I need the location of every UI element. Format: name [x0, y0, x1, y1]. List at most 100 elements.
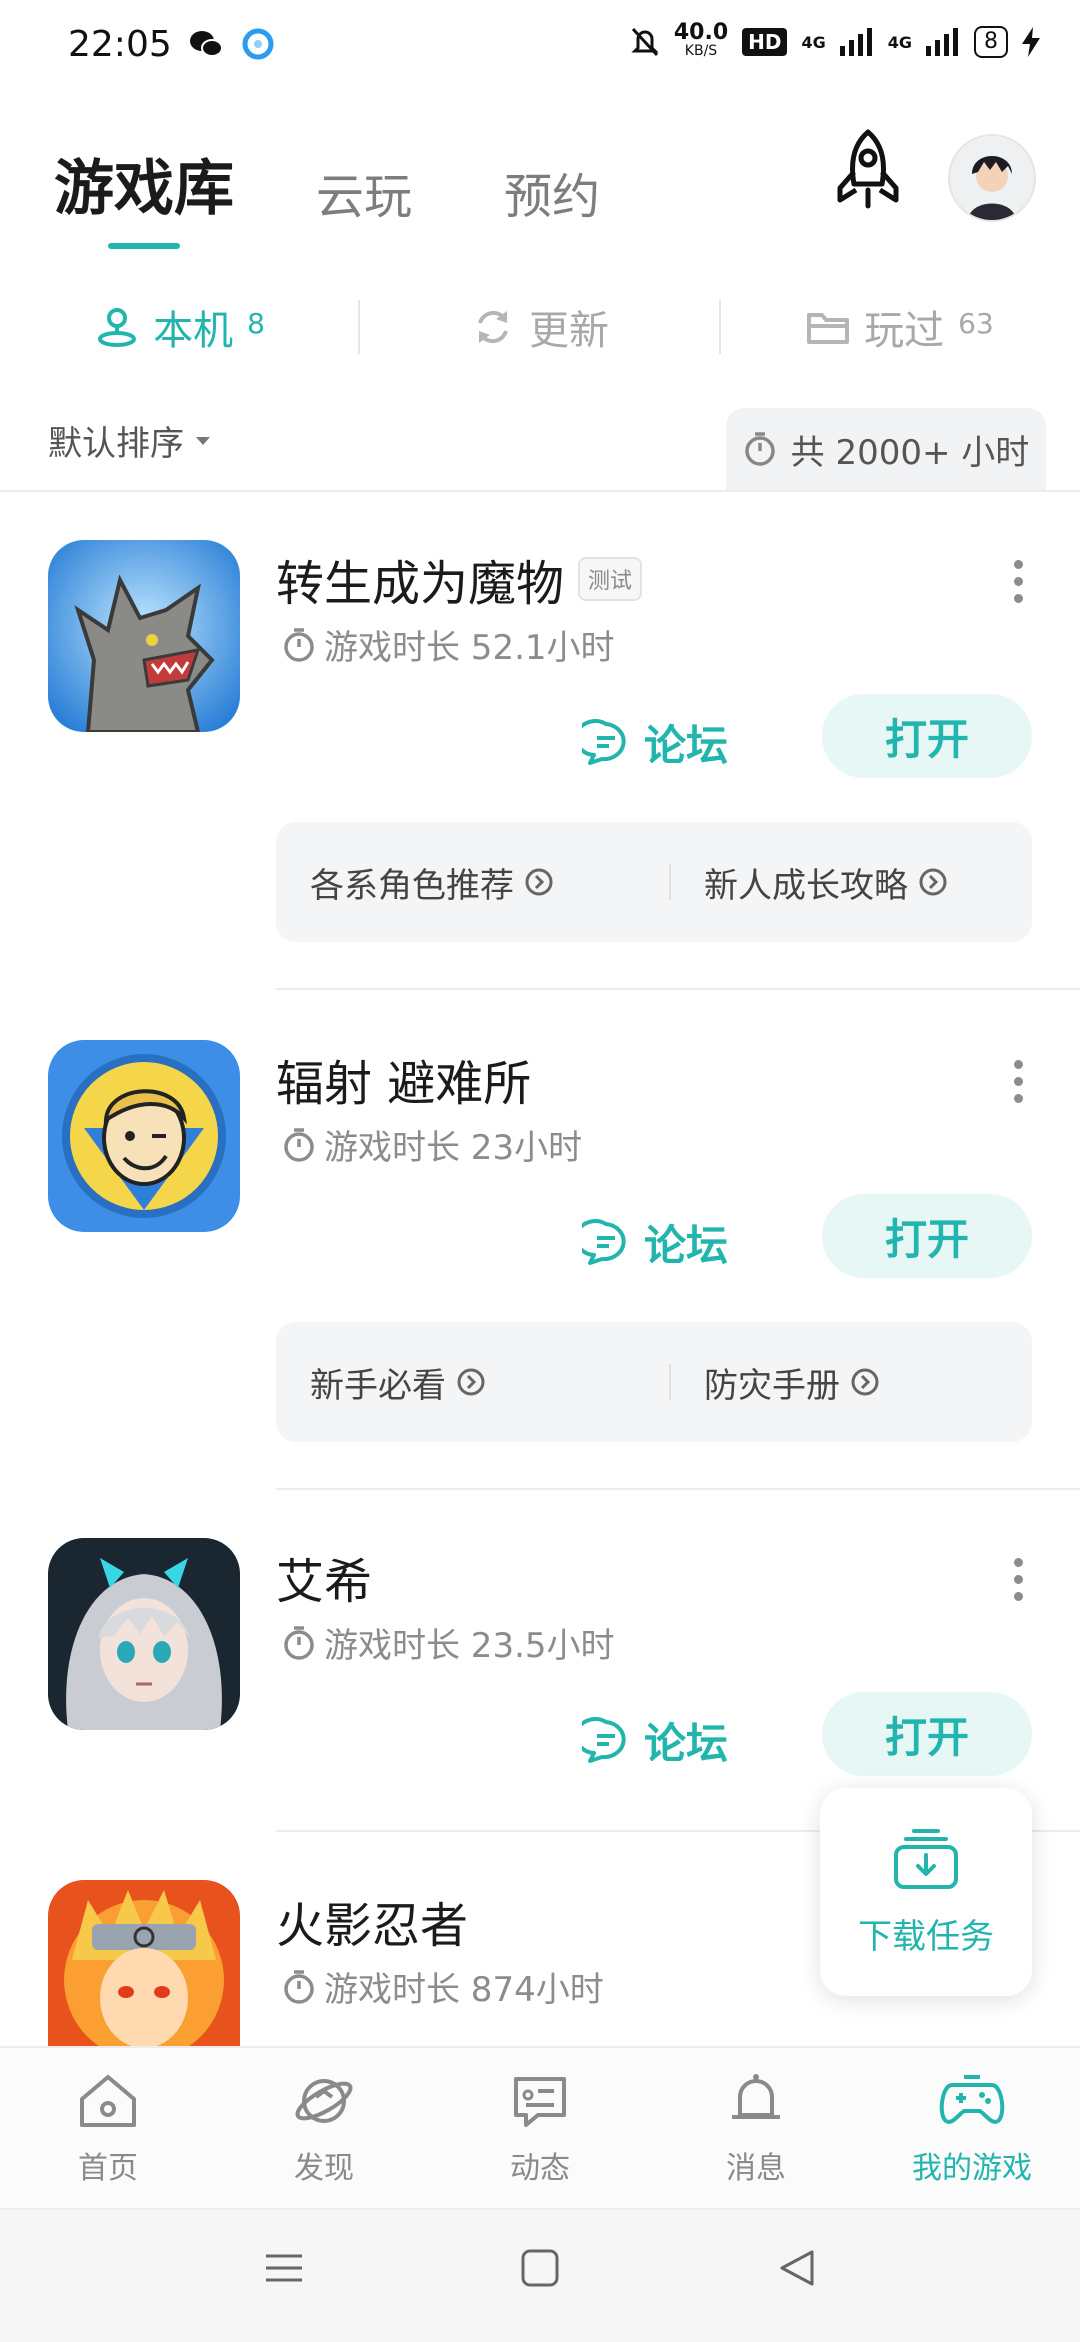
signal-label-1: 4G — [801, 32, 826, 52]
avatar-image — [950, 136, 1034, 220]
filter-segments: 本机 8 更新 玩过 63 — [0, 290, 1080, 364]
nav-home[interactable]: 首页 — [0, 2048, 216, 2210]
naruto-art-icon — [48, 1880, 240, 2046]
tab-game-library[interactable]: 游戏库 — [54, 140, 234, 227]
wolf-art-icon — [48, 540, 240, 732]
playtime-text: 游戏时长 23小时 — [324, 1128, 583, 1168]
game-playtime: 游戏时长 874小时 — [282, 1962, 604, 2011]
stopwatch-icon — [284, 1625, 314, 1660]
folder-icon — [807, 313, 850, 344]
chevron-circle-icon — [457, 1368, 485, 1396]
chevron-circle-icon — [525, 868, 553, 896]
status-time: 22:05 — [68, 24, 172, 65]
more-options-icon[interactable] — [1010, 560, 1026, 611]
nav-messages[interactable]: 消息 — [648, 2048, 864, 2210]
forum-label: 论坛 — [644, 721, 729, 770]
total-playtime: 共 2000+ 小时 — [726, 408, 1046, 490]
forum-button[interactable]: 论坛 — [582, 1710, 728, 1771]
segment-local-label: 本机 — [153, 308, 234, 354]
chat-bubble-icon — [582, 1716, 626, 1763]
tab-cloud-play[interactable]: 云玩 — [316, 157, 412, 227]
header-separator — [0, 490, 1080, 492]
nav-feed[interactable]: 动态 — [432, 2048, 648, 2210]
home-square-icon[interactable] — [518, 2246, 562, 2290]
home-icon — [80, 2075, 136, 2127]
game-icon-ash[interactable] — [48, 1538, 240, 1730]
open-game-button[interactable]: 打开 — [822, 1692, 1032, 1776]
open-game-button[interactable]: 打开 — [822, 1194, 1032, 1278]
playtime-text: 游戏时长 23.5小时 — [324, 1626, 615, 1666]
browser-icon — [242, 28, 274, 60]
game-icon-naruto[interactable] — [48, 1880, 240, 2046]
more-options-icon[interactable] — [1010, 1558, 1026, 1609]
segment-divider — [358, 300, 360, 354]
game-title-row: 艾希 — [276, 1542, 372, 1612]
battery-icon: 8 — [974, 26, 1008, 58]
game-title-row: 火影忍者 — [276, 1886, 468, 1956]
tab-reservation[interactable]: 预约 — [504, 157, 600, 227]
game-playtime: 游戏时长 52.1小时 — [282, 620, 615, 669]
segment-played-count: 63 — [958, 306, 994, 340]
segment-update[interactable]: 更新 — [360, 290, 720, 364]
game-icon-reincarnated-monster[interactable] — [48, 540, 240, 732]
status-bar: 22:05 40.0 KB/S HD 4G 4G 8 — [0, 0, 1080, 96]
gamepad-icon — [939, 2075, 1005, 2124]
rocket-icon[interactable] — [830, 128, 906, 212]
segment-played[interactable]: 玩过 63 — [720, 290, 1080, 364]
top-tabs: 游戏库 云玩 预约 — [54, 140, 692, 227]
segment-local[interactable]: 本机 8 — [0, 290, 360, 364]
guide-links: 各系角色推荐 新人成长攻略 — [276, 822, 1032, 942]
mute-bell-icon — [631, 27, 659, 57]
game-title: 艾希 — [276, 1554, 373, 1610]
download-tasks-button[interactable]: 下载任务 — [820, 1788, 1032, 1996]
segment-local-count: 8 — [247, 306, 265, 340]
recent-apps-icon[interactable] — [262, 2246, 306, 2290]
game-title-row: 辐射 避难所 — [276, 1044, 531, 1114]
guide-divider — [669, 1364, 671, 1400]
card-divider — [276, 988, 1080, 990]
avatar[interactable] — [948, 134, 1036, 222]
segment-divider — [719, 300, 721, 354]
download-tasks-label: 下载任务 — [858, 1916, 994, 1957]
user-pin-icon — [98, 308, 137, 347]
chevron-circle-icon — [851, 1368, 879, 1396]
nav-discover[interactable]: 发现 — [216, 2048, 432, 2210]
status-notification-icons — [188, 28, 274, 60]
sort-dropdown[interactable]: 默认排序 — [48, 416, 212, 465]
stopwatch-icon — [284, 627, 314, 662]
game-title: 转生成为魔物 — [276, 556, 565, 612]
chevron-circle-icon — [919, 868, 947, 896]
guide-link[interactable]: 新人成长攻略 — [704, 822, 948, 942]
open-game-button[interactable]: 打开 — [822, 694, 1032, 778]
more-options-icon[interactable] — [1010, 1060, 1026, 1111]
guide-link[interactable]: 各系角色推荐 — [310, 822, 554, 942]
tab-underline — [108, 243, 180, 249]
stopwatch-icon — [284, 1969, 314, 2004]
nav-discover-label: 发现 — [294, 2151, 354, 2186]
guide-link[interactable]: 新手必看 — [310, 1322, 486, 1442]
total-playtime-label: 共 2000+ 小时 — [790, 432, 1030, 473]
bell-icon — [732, 2074, 780, 2119]
game-icon-fallout-shelter[interactable] — [48, 1040, 240, 1232]
hd-badge: HD — [742, 28, 788, 56]
playtime-text: 游戏时长 52.1小时 — [324, 628, 615, 668]
guide-links: 新手必看 防灾手册 — [276, 1322, 1032, 1442]
forum-button[interactable]: 论坛 — [582, 712, 728, 773]
back-triangle-icon[interactable] — [776, 2246, 820, 2290]
chat-bubble-icon — [582, 1218, 626, 1265]
wechat-icon — [190, 31, 223, 57]
feed-icon — [514, 2077, 566, 2127]
guide-link[interactable]: 防灾手册 — [704, 1322, 880, 1442]
beta-tag: 测试 — [578, 557, 643, 601]
game-title: 火影忍者 — [276, 1898, 469, 1954]
caret-down-icon — [196, 436, 210, 445]
planet-icon — [295, 2079, 353, 2123]
forum-label: 论坛 — [644, 1719, 729, 1768]
vault-boy-icon — [48, 1040, 240, 1232]
nav-messages-label: 消息 — [726, 2151, 786, 2186]
chat-bubble-icon — [582, 718, 626, 765]
forum-button[interactable]: 论坛 — [582, 1212, 728, 1273]
nav-my-games[interactable]: 我的游戏 — [864, 2048, 1080, 2210]
bottom-navigation: 首页 发现 动态 消息 我的游戏 — [0, 2046, 1080, 2210]
game-playtime: 游戏时长 23小时 — [282, 1120, 582, 1169]
